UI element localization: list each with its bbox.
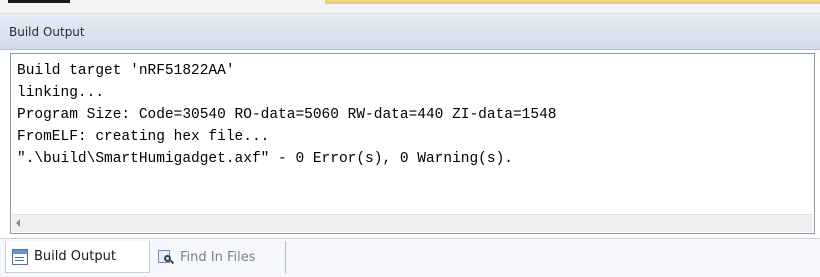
tab-build-output[interactable]: Build Output xyxy=(5,241,150,273)
pane-title: Build Output xyxy=(9,25,85,39)
build-output-icon xyxy=(12,248,28,265)
editor-tab-strip xyxy=(0,0,820,14)
scroll-left-arrow-icon[interactable] xyxy=(16,219,20,227)
editor-tab-highlight[interactable] xyxy=(325,0,820,4)
editor-tab-indicator[interactable] xyxy=(8,0,70,3)
tab-find-in-files[interactable]: Find In Files xyxy=(152,241,286,273)
output-line: FromELF: creating hex file... xyxy=(17,129,270,145)
horizontal-scrollbar[interactable] xyxy=(12,214,813,232)
output-tab-strip: Build Output Find In Files xyxy=(0,238,820,277)
output-line: Build target 'nRF51822AA' xyxy=(17,63,235,79)
tab-label: Find In Files xyxy=(180,249,256,265)
output-line: ".\build\SmartHumigadget.axf" - 0 Error(… xyxy=(17,151,513,167)
output-line: Program Size: Code=30540 RO-data=5060 RW… xyxy=(17,107,557,123)
build-output-text-area[interactable]: Build target 'nRF51822AA' linking... Pro… xyxy=(10,53,815,234)
pane-title-bar: Build Output xyxy=(0,14,820,50)
find-in-files-icon xyxy=(158,249,175,265)
tab-label: Build Output xyxy=(34,249,116,264)
output-lines: Build target 'nRF51822AA' linking... Pro… xyxy=(17,60,557,170)
output-line: linking... xyxy=(17,85,105,101)
